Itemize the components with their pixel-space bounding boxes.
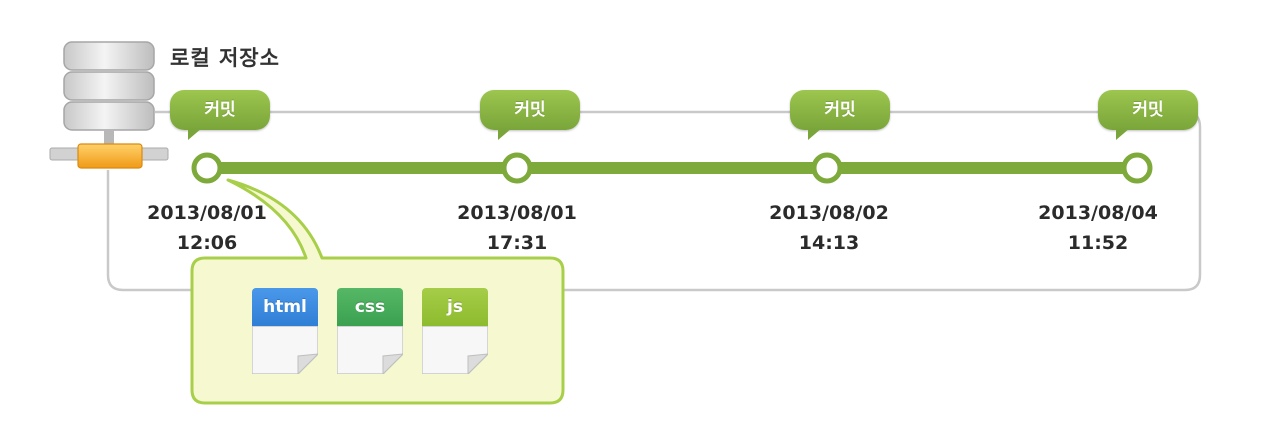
- commit-date: 2013/08/01: [457, 202, 577, 224]
- commit-timeline-diagram: 로컬 저장소 커밋 커밋 커밋 커밋 2013/08/01 12:06 2013…: [0, 0, 1280, 435]
- commit-timestamp: 2013/08/01 17:31: [437, 198, 597, 258]
- commit-badge[interactable]: 커밋: [170, 90, 270, 140]
- commit-time: 11:52: [1067, 232, 1129, 254]
- file-page-icon: [252, 326, 318, 374]
- commit-date: 2013/08/04: [1038, 202, 1158, 224]
- commit-node[interactable]: [1121, 152, 1153, 184]
- database-icon: [49, 41, 169, 169]
- commit-time: 17:31: [486, 232, 548, 254]
- js-file-icon[interactable]: js: [422, 288, 488, 374]
- file-page-icon: [337, 326, 403, 374]
- commit-time: 12:06: [176, 232, 238, 254]
- commit-timestamp: 2013/08/01 12:06: [127, 198, 287, 258]
- commit-node[interactable]: [191, 152, 223, 184]
- commit-time: 14:13: [798, 232, 860, 254]
- commit-date: 2013/08/02: [769, 202, 889, 224]
- file-type-label: html: [252, 288, 318, 326]
- html-file-icon[interactable]: html: [252, 288, 318, 374]
- commit-badge[interactable]: 커밋: [790, 90, 890, 140]
- file-type-label: css: [337, 288, 403, 326]
- commit-timestamp: 2013/08/04 11:52: [1018, 198, 1178, 258]
- commit-date: 2013/08/01: [147, 202, 267, 224]
- commit-timestamp: 2013/08/02 14:13: [749, 198, 909, 258]
- commit-node[interactable]: [501, 152, 533, 184]
- commit-node[interactable]: [811, 152, 843, 184]
- file-page-icon: [422, 326, 488, 374]
- commit-badge[interactable]: 커밋: [1098, 90, 1198, 140]
- file-type-label: js: [422, 288, 488, 326]
- css-file-icon[interactable]: css: [337, 288, 403, 374]
- repository-label: 로컬 저장소: [170, 46, 280, 70]
- commit-badge[interactable]: 커밋: [480, 90, 580, 140]
